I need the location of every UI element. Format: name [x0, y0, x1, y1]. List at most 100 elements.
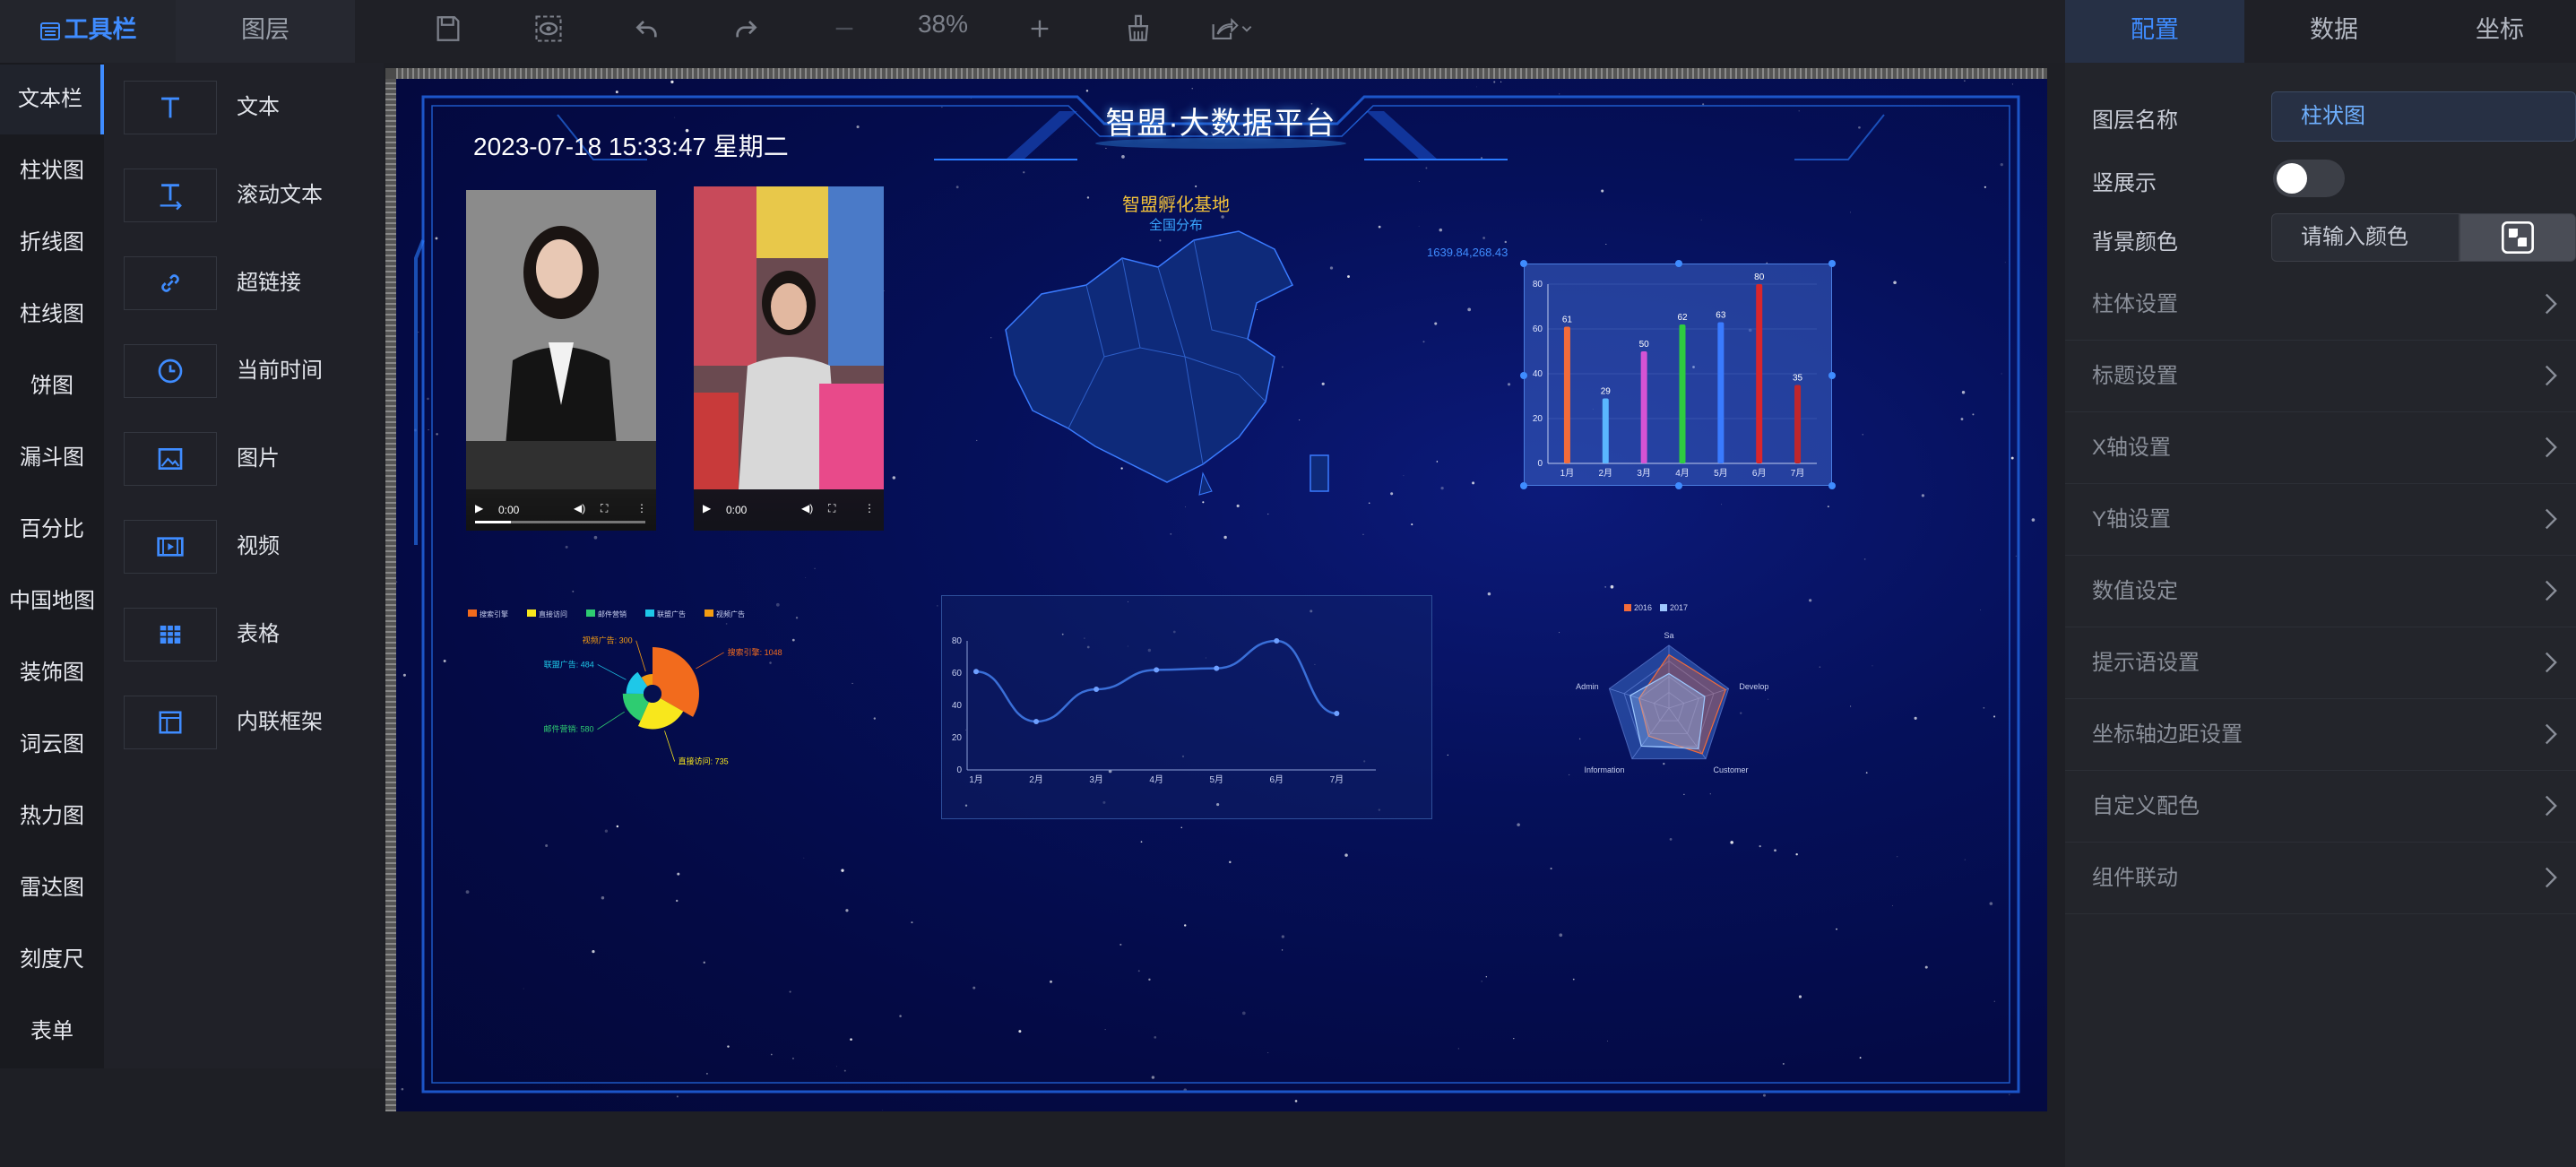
zoom-level: 38% — [917, 10, 969, 38]
component-label: 表格 — [237, 622, 280, 646]
more-icon[interactable]: ⋮ — [636, 502, 647, 514]
section-custom-colors[interactable]: 自定义配色 — [2065, 771, 2576, 843]
dashboard-title[interactable]: 智盟·大数据平台 — [1077, 99, 1364, 143]
category-heatmap[interactable]: 热力图 — [0, 782, 104, 851]
component-label: 文本 — [237, 95, 280, 119]
section-yaxis-settings[interactable]: Y轴设置 — [2065, 484, 2576, 556]
pie-chart-widget[interactable]: 搜索引擎 直接访问 邮件营销 联盟广告 视频广告 搜索引擎: 1048 直接访问: 735 邮… — [450, 604, 826, 810]
chevron-right-icon — [2545, 652, 2557, 673]
slice-label: 联盟广告: 484 — [544, 659, 594, 669]
category-form[interactable]: 表单 — [0, 997, 104, 1067]
chevron-right-icon — [2545, 508, 2557, 530]
section-bar-settings[interactable]: 柱体设置 — [2065, 269, 2576, 341]
tab-toolbar[interactable]: 工具栏 — [0, 0, 176, 63]
preview-button[interactable] — [523, 5, 574, 52]
resize-handle-se[interactable] — [1828, 482, 1836, 489]
tab-data[interactable]: 数据 — [2244, 0, 2424, 63]
vertical-toggle[interactable] — [2273, 160, 2345, 197]
share-icon — [1212, 17, 1239, 40]
redo-button[interactable] — [721, 5, 771, 52]
section-title: 自定义配色 — [2092, 794, 2200, 818]
resize-handle-w[interactable] — [1520, 372, 1527, 379]
more-icon[interactable]: ⋮ — [864, 502, 875, 514]
section-title-settings[interactable]: 标题设置 — [2065, 341, 2576, 412]
layer-name-input[interactable]: 柱状图 — [2271, 91, 2576, 142]
resize-handle-n[interactable] — [1675, 260, 1682, 267]
redo-icon — [736, 21, 757, 38]
ruler-horizontal[interactable] — [396, 68, 2047, 79]
category-line[interactable]: 折线图 — [0, 208, 104, 278]
category-funnel[interactable]: 漏斗图 — [0, 423, 104, 493]
tab-layers[interactable]: 图层 — [176, 0, 355, 63]
category-bar-line[interactable]: 柱线图 — [0, 280, 104, 350]
section-tooltip-settings[interactable]: 提示语设置 — [2065, 627, 2576, 699]
slice-label: 直接访问: 735 — [679, 756, 729, 766]
toolbar-icon — [39, 21, 61, 42]
category-pie[interactable]: 饼图 — [0, 351, 104, 421]
section-xaxis-settings[interactable]: X轴设置 — [2065, 412, 2576, 484]
tab-config[interactable]: 配置 — [2065, 0, 2244, 63]
section-value-settings[interactable]: 数值设定 — [2065, 556, 2576, 627]
play-icon[interactable]: ▶ — [475, 502, 483, 514]
chevron-right-icon — [2545, 580, 2557, 601]
undo-button[interactable] — [622, 5, 672, 52]
data-label: 80 — [1754, 272, 1765, 282]
bar-chart-widget[interactable]: 0 20 40 60 80 61 1月 29 2月 50 3月 62 4月 63 5月 80 6月 35 7月 — [1520, 260, 1836, 489]
component-link[interactable]: 超链接 — [113, 247, 382, 319]
china-map[interactable] — [988, 222, 1364, 509]
tab-coordinates[interactable]: 坐标 — [2424, 0, 2576, 63]
component-iframe[interactable]: 内联框架 — [113, 687, 382, 758]
zoom-in-button[interactable] — [1015, 5, 1065, 52]
play-icon[interactable]: ▶ — [703, 502, 711, 514]
category-scale[interactable]: 刻度尺 — [0, 925, 104, 995]
video-widget-1[interactable]: ▶ 0:00 ◀) ⛶ ⋮ — [466, 190, 656, 531]
resize-handle-nw[interactable] — [1520, 260, 1527, 267]
resize-handle-sw[interactable] — [1520, 482, 1527, 489]
ruler-vertical[interactable] — [385, 79, 396, 1111]
category-decoration[interactable]: 装饰图 — [0, 638, 104, 708]
component-text[interactable]: 文本 — [113, 72, 382, 143]
component-scroll-text[interactable]: 滚动文本 — [113, 160, 382, 231]
section-component-linkage[interactable]: 组件联动 — [2065, 843, 2576, 914]
design-canvas[interactable]: 智盟·大数据平台 2023-07-18 15:33:47 星期二 ▶ 0:00 … — [396, 79, 2047, 1111]
video-controls[interactable]: ▶ 0:00 ◀) ⛶ ⋮ — [466, 489, 656, 531]
video-widget-2[interactable]: ▶ 0:00 ◀) ⛶ ⋮ — [694, 186, 884, 531]
component-image[interactable]: 图片 — [113, 423, 382, 495]
x-tick-label: 5月 — [1209, 774, 1223, 785]
video-controls[interactable]: ▶ 0:00 ◀) ⛶ ⋮ — [694, 489, 884, 531]
color-picker-button[interactable] — [2459, 213, 2576, 262]
volume-icon[interactable]: ◀) — [801, 502, 813, 514]
component-table[interactable]: 表格 — [113, 599, 382, 670]
data-label: 29 — [1601, 387, 1612, 397]
chevron-right-icon — [2545, 365, 2557, 386]
zoom-out-button[interactable] — [819, 5, 869, 52]
current-time-widget[interactable]: 2023-07-18 15:33:47 星期二 — [473, 127, 789, 163]
fullscreen-icon[interactable]: ⛶ — [828, 502, 835, 515]
resize-handle-s[interactable] — [1675, 482, 1682, 489]
component-label: 视频 — [237, 534, 280, 558]
export-button[interactable] — [1203, 5, 1260, 52]
volume-icon[interactable]: ◀) — [574, 502, 585, 514]
category-china-map[interactable]: 中国地图 — [0, 566, 104, 636]
clear-button[interactable] — [1113, 5, 1163, 52]
legend-label: 2017 — [1670, 603, 1688, 612]
fullscreen-icon[interactable]: ⛶ — [601, 502, 608, 515]
section-grid-margin-settings[interactable]: 坐标轴边距设置 — [2065, 699, 2576, 771]
video-progress[interactable] — [475, 521, 645, 523]
category-sidebar: 文本栏 柱状图 折线图 柱线图 饼图 漏斗图 百分比 中国地图 装饰图 词云图 … — [0, 63, 104, 1068]
category-bar[interactable]: 柱状图 — [0, 136, 104, 206]
chevron-right-icon — [2545, 867, 2557, 888]
line-chart-widget[interactable]: 0 20 40 60 80 1月 2月 3月 4月 5月 6月 7月 — [941, 595, 1432, 819]
component-video[interactable]: 视频 — [113, 511, 382, 583]
resize-handle-ne[interactable] — [1828, 260, 1836, 267]
category-text[interactable]: 文本栏 — [0, 65, 104, 134]
category-percent[interactable]: 百分比 — [0, 495, 104, 565]
bgcolor-input[interactable]: 请输入颜色 — [2271, 213, 2459, 262]
save-button[interactable] — [423, 5, 473, 52]
component-current-time[interactable]: 当前时间 — [113, 335, 382, 407]
radar-chart-widget[interactable]: 2016 2017 Sa Develop Customer Information Admi… — [1552, 601, 1785, 798]
legend-label: 邮件营销 — [598, 609, 627, 618]
resize-handle-e[interactable] — [1828, 372, 1836, 379]
category-radar[interactable]: 雷达图 — [0, 853, 104, 923]
category-wordcloud[interactable]: 词云图 — [0, 710, 104, 780]
